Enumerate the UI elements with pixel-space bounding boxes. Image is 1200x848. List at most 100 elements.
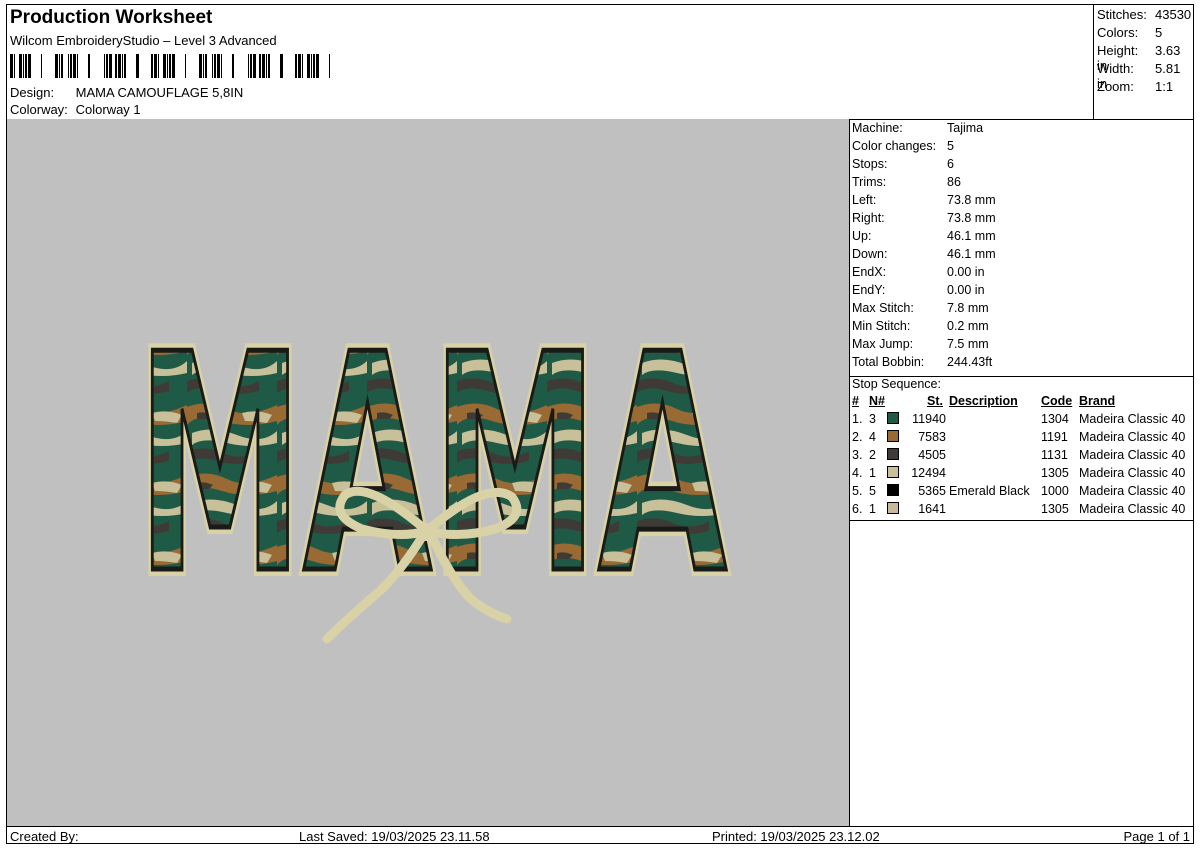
machine-info-row: Left: 73.8 mm bbox=[852, 193, 996, 211]
machine-info-label: Left: bbox=[852, 193, 877, 207]
lettering-outline: MAMA bbox=[137, 291, 728, 640]
col-brand: Brand bbox=[1079, 394, 1116, 408]
machine-info-value: 7.5 mm bbox=[947, 337, 989, 351]
machine-info-value: 244.43ft bbox=[947, 355, 993, 369]
worksheet-footer: Created By: Last Saved: 19/03/2025 23.11… bbox=[7, 826, 1193, 845]
row-code: 1191 bbox=[1041, 430, 1068, 444]
col-needle: N# bbox=[869, 394, 885, 408]
row-needle: 5 bbox=[869, 484, 876, 498]
colorway-row: Colorway: Colorway 1 bbox=[10, 102, 141, 117]
summary-row: Zoom: 1:1 bbox=[1097, 79, 1173, 94]
row-code: 1304 bbox=[1041, 412, 1069, 426]
printed-date: Printed: 19/03/2025 23.12.02 bbox=[712, 829, 880, 844]
col-stitches: St. bbox=[927, 394, 943, 408]
summary-label: Stitches: bbox=[1097, 7, 1147, 22]
row-num: 6. bbox=[852, 502, 863, 516]
design-name: MAMA CAMOUFLAGE 5,8IN bbox=[75, 85, 244, 100]
machine-info-value: 73.8 mm bbox=[947, 211, 996, 225]
machine-info-label: Machine: bbox=[852, 121, 903, 135]
row-stitches: 1641 bbox=[918, 502, 946, 516]
summary-value: 43530 bbox=[1155, 7, 1192, 22]
row-stitches: 12494 bbox=[911, 466, 946, 480]
colorway-name: Colorway 1 bbox=[75, 102, 141, 117]
machine-info-label: Up: bbox=[852, 229, 872, 243]
color-swatch bbox=[887, 484, 899, 496]
stop-sequence-row: 5. 5 5365 Emerald Black 1000 Madeira Classic … bbox=[849, 484, 1193, 502]
machine-info-row: Min Stitch: 0.2 mm bbox=[852, 319, 989, 337]
row-needle: 4 bbox=[869, 430, 876, 444]
machine-info-value: 46.1 mm bbox=[947, 247, 996, 261]
row-code: 1131 bbox=[1041, 448, 1068, 462]
stop-sequence-row: 2. 4 7583 1191 Madeira Classic 40 bbox=[849, 430, 1193, 448]
machine-info-label: Trims: bbox=[852, 175, 887, 189]
machine-info-row: Max Jump: 7.5 mm bbox=[852, 337, 989, 355]
worksheet-header: Production Worksheet Wilcom EmbroiderySt… bbox=[7, 5, 1093, 120]
embroidery-design: MAMA MAMA bbox=[130, 284, 735, 647]
machine-info-label: Down: bbox=[852, 247, 888, 261]
machine-info-label: EndX: bbox=[852, 265, 887, 279]
software-name: Wilcom EmbroideryStudio – Level 3 Advanc… bbox=[10, 33, 277, 48]
summary-value: 5 bbox=[1155, 25, 1163, 40]
machine-info-value: 0.00 in bbox=[947, 283, 985, 297]
col-num: # bbox=[852, 394, 859, 408]
row-code: 1305 bbox=[1041, 466, 1069, 480]
machine-info-value: 73.8 mm bbox=[947, 193, 996, 207]
machine-info-row: Stops: 6 bbox=[852, 157, 954, 175]
machine-info-label: Stops: bbox=[852, 157, 888, 171]
summary-label: Zoom: bbox=[1097, 79, 1134, 94]
page-number: Page 1 of 1 bbox=[1123, 829, 1191, 844]
col-code: Code bbox=[1041, 394, 1073, 408]
row-brand: Madeira Classic 40 bbox=[1079, 412, 1186, 426]
row-num: 3. bbox=[852, 448, 863, 462]
machine-info-row: Trims: 86 bbox=[852, 175, 961, 193]
summary-row: Colors: 5 bbox=[1097, 25, 1162, 40]
stop-sequence-row: 3. 2 4505 1131 Madeira Classic 40 bbox=[849, 448, 1193, 466]
summary-label: Height: bbox=[1097, 43, 1139, 58]
row-brand: Madeira Classic 40 bbox=[1079, 502, 1186, 516]
summary-row: Stitches: 43530 bbox=[1097, 7, 1191, 22]
machine-info-value: 46.1 mm bbox=[947, 229, 996, 243]
machine-info-label: Right: bbox=[852, 211, 885, 225]
machine-info-value: 6 bbox=[947, 157, 954, 171]
machine-info-value: 0.2 mm bbox=[947, 319, 989, 333]
design-label: Design: bbox=[10, 85, 55, 100]
row-needle: 3 bbox=[869, 412, 876, 426]
machine-info-value: 5 bbox=[947, 139, 954, 153]
machine-info-row: Up: 46.1 mm bbox=[852, 229, 996, 247]
summary-label: Width: bbox=[1097, 61, 1134, 76]
machine-info-value: Tajima bbox=[947, 121, 984, 135]
stop-sequence-row: 1. 3 11940 1304 Madeira Classic 40 bbox=[849, 412, 1193, 430]
machine-info-label: Max Stitch: bbox=[852, 301, 914, 315]
machine-info-row: Right: 73.8 mm bbox=[852, 211, 996, 229]
machine-info-value: 86 bbox=[947, 175, 961, 189]
machine-info-panel: Machine: Tajima Color changes: 5 Stops: 6 Trim… bbox=[849, 119, 1193, 826]
design-summary: Stitches: 43530 Colors: 5 Height: 3.63 in W… bbox=[1093, 5, 1194, 120]
row-stitches: 5365 bbox=[918, 484, 946, 498]
row-code: 1000 bbox=[1041, 484, 1069, 498]
row-needle: 1 bbox=[869, 466, 876, 480]
summary-label: Colors: bbox=[1097, 25, 1139, 40]
page-title: Production Worksheet bbox=[10, 7, 213, 28]
worksheet: Production Worksheet Wilcom EmbroiderySt… bbox=[6, 4, 1194, 844]
machine-info-label: Color changes: bbox=[852, 139, 937, 153]
row-brand: Madeira Classic 40 bbox=[1079, 484, 1186, 498]
row-brand: Madeira Classic 40 bbox=[1079, 466, 1186, 480]
machine-info-row: EndX: 0.00 in bbox=[852, 265, 985, 283]
color-swatch bbox=[887, 448, 899, 460]
row-num: 1. bbox=[852, 412, 863, 426]
row-needle: 1 bbox=[869, 502, 876, 516]
row-code: 1305 bbox=[1041, 502, 1069, 516]
machine-info-label: EndY: bbox=[852, 283, 886, 297]
stop-sequence-label: Stop Sequence: bbox=[852, 377, 941, 391]
barcode bbox=[10, 54, 330, 78]
row-num: 4. bbox=[852, 466, 863, 480]
machine-info-label: Min Stitch: bbox=[852, 319, 911, 333]
created-by: Created By: bbox=[10, 829, 79, 844]
color-swatch bbox=[887, 502, 899, 514]
machine-info-row: Machine: Tajima bbox=[852, 121, 983, 139]
machine-info-value: 7.8 mm bbox=[947, 301, 989, 315]
color-swatch bbox=[887, 430, 899, 442]
summary-value: 1:1 bbox=[1155, 79, 1174, 94]
stop-sequence-header: # N# St. Description Code Brand bbox=[849, 394, 1193, 412]
design-row: Design: MAMA CAMOUFLAGE 5,8IN bbox=[10, 85, 243, 100]
